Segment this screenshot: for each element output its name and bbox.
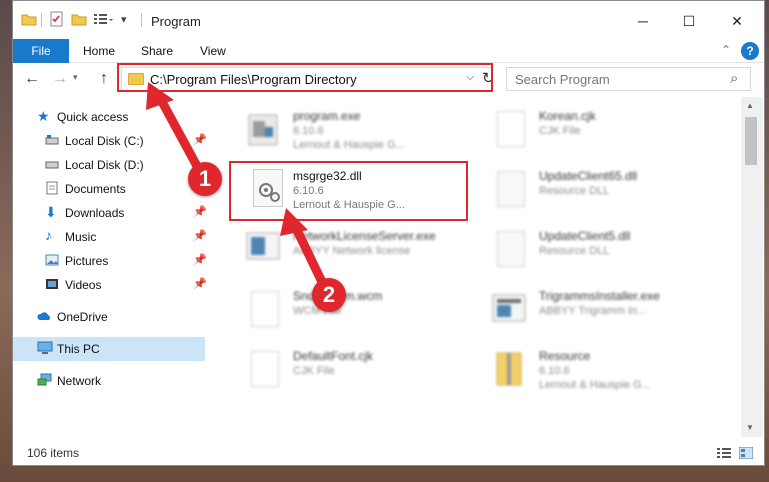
- arrow-2: [291, 223, 327, 287]
- arrow-1: [155, 93, 203, 173]
- step-1-badge: 1: [188, 162, 222, 196]
- arrow-2-head: [280, 208, 308, 236]
- annotation-arrows: [146, 82, 327, 287]
- step-2-badge: 2: [312, 278, 346, 312]
